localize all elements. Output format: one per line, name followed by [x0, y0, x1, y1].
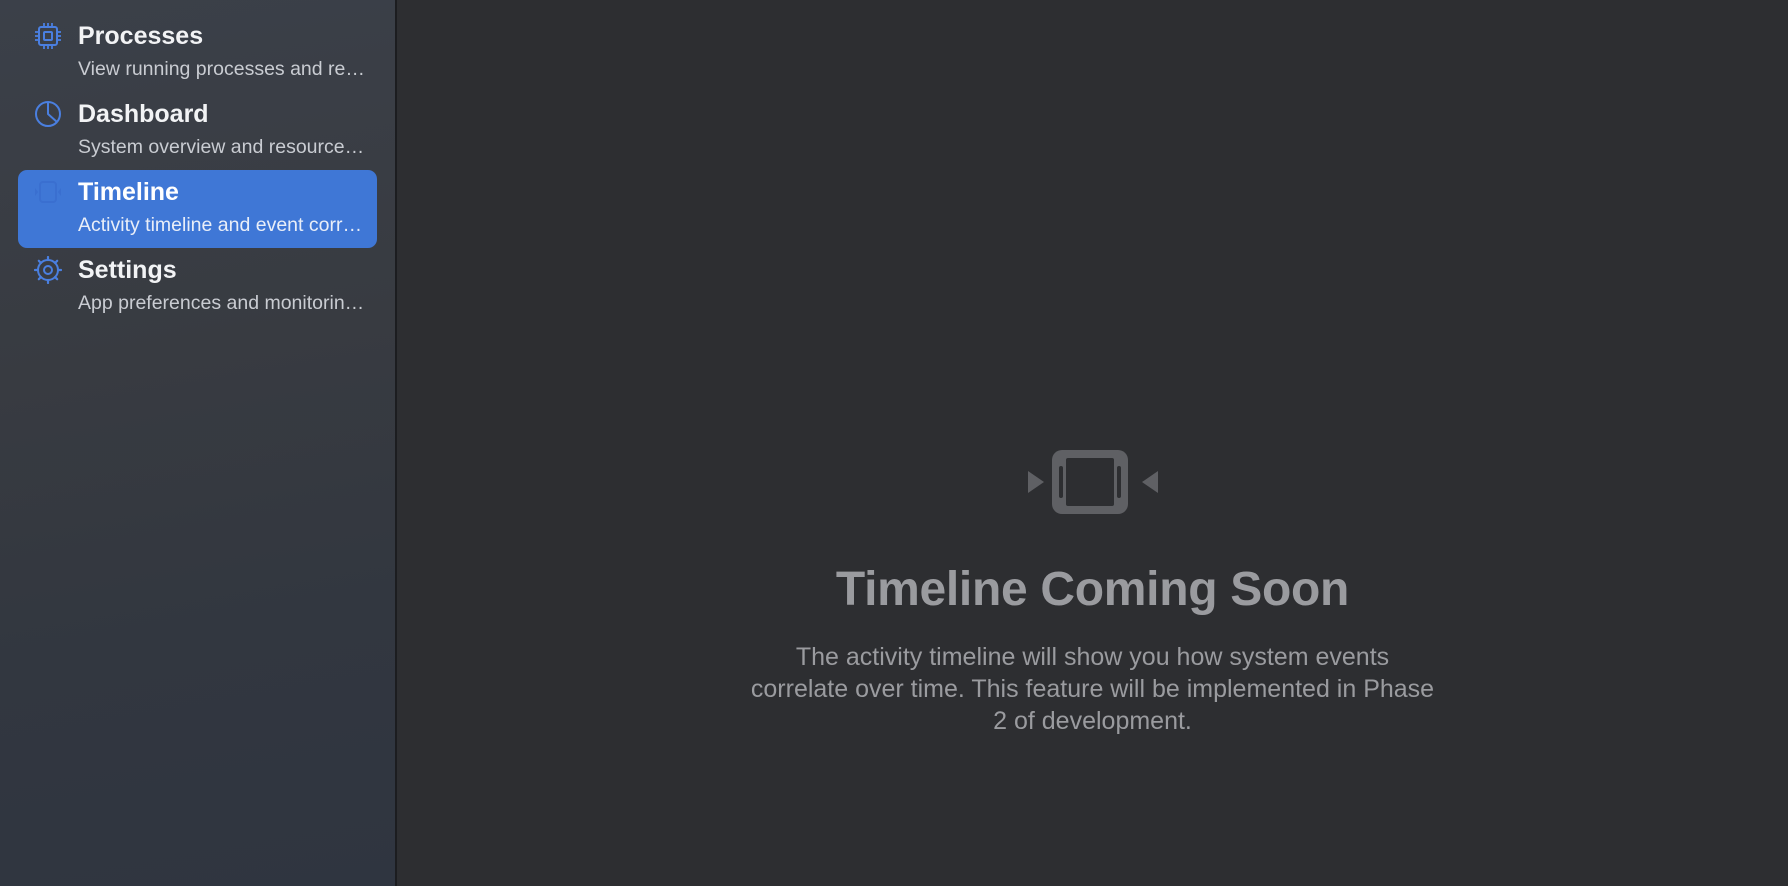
sidebar-item-subtitle: Activity timeline and event correlation	[78, 214, 368, 236]
sidebar-item-subtitle: View running processes and resource usag…	[78, 58, 368, 80]
sidebar-item-processes[interactable]: Processes View running processes and res…	[18, 14, 377, 92]
empty-state-title: Timeline Coming Soon	[835, 563, 1350, 616]
sidebar-item-settings[interactable]: Settings App preferences and monitoring …	[18, 248, 377, 326]
cpu-icon	[33, 21, 63, 51]
sidebar-item-label: Dashboard	[78, 100, 209, 128]
sidebar-nav: Processes View running processes and res…	[0, 0, 395, 326]
sidebar-item-label: Settings	[78, 256, 177, 284]
sidebar-item-dashboard[interactable]: Dashboard System overview and resource m…	[18, 92, 377, 170]
sidebar-item-subtitle: System overview and resource monitoring	[78, 136, 368, 158]
empty-state-description: The activity timeline will show you how …	[750, 643, 1435, 735]
app-window: Processes View running processes and res…	[0, 0, 1788, 886]
gear-icon	[33, 255, 63, 285]
sidebar-item-timeline[interactable]: Timeline Activity timeline and event cor…	[18, 170, 377, 248]
sidebar-item-label: Timeline	[78, 178, 179, 206]
main-content: Timeline Coming Soon The activity timeli…	[397, 0, 1788, 886]
sidebar: Processes View running processes and res…	[0, 0, 397, 886]
empty-state: Timeline Coming Soon The activity timeli…	[397, 448, 1788, 737]
timeline-icon	[33, 177, 63, 207]
timeline-placeholder-icon	[1027, 448, 1158, 518]
sidebar-item-subtitle: App preferences and monitoring options	[78, 292, 368, 314]
chart-pie-icon	[33, 99, 63, 129]
sidebar-item-label: Processes	[78, 22, 204, 50]
